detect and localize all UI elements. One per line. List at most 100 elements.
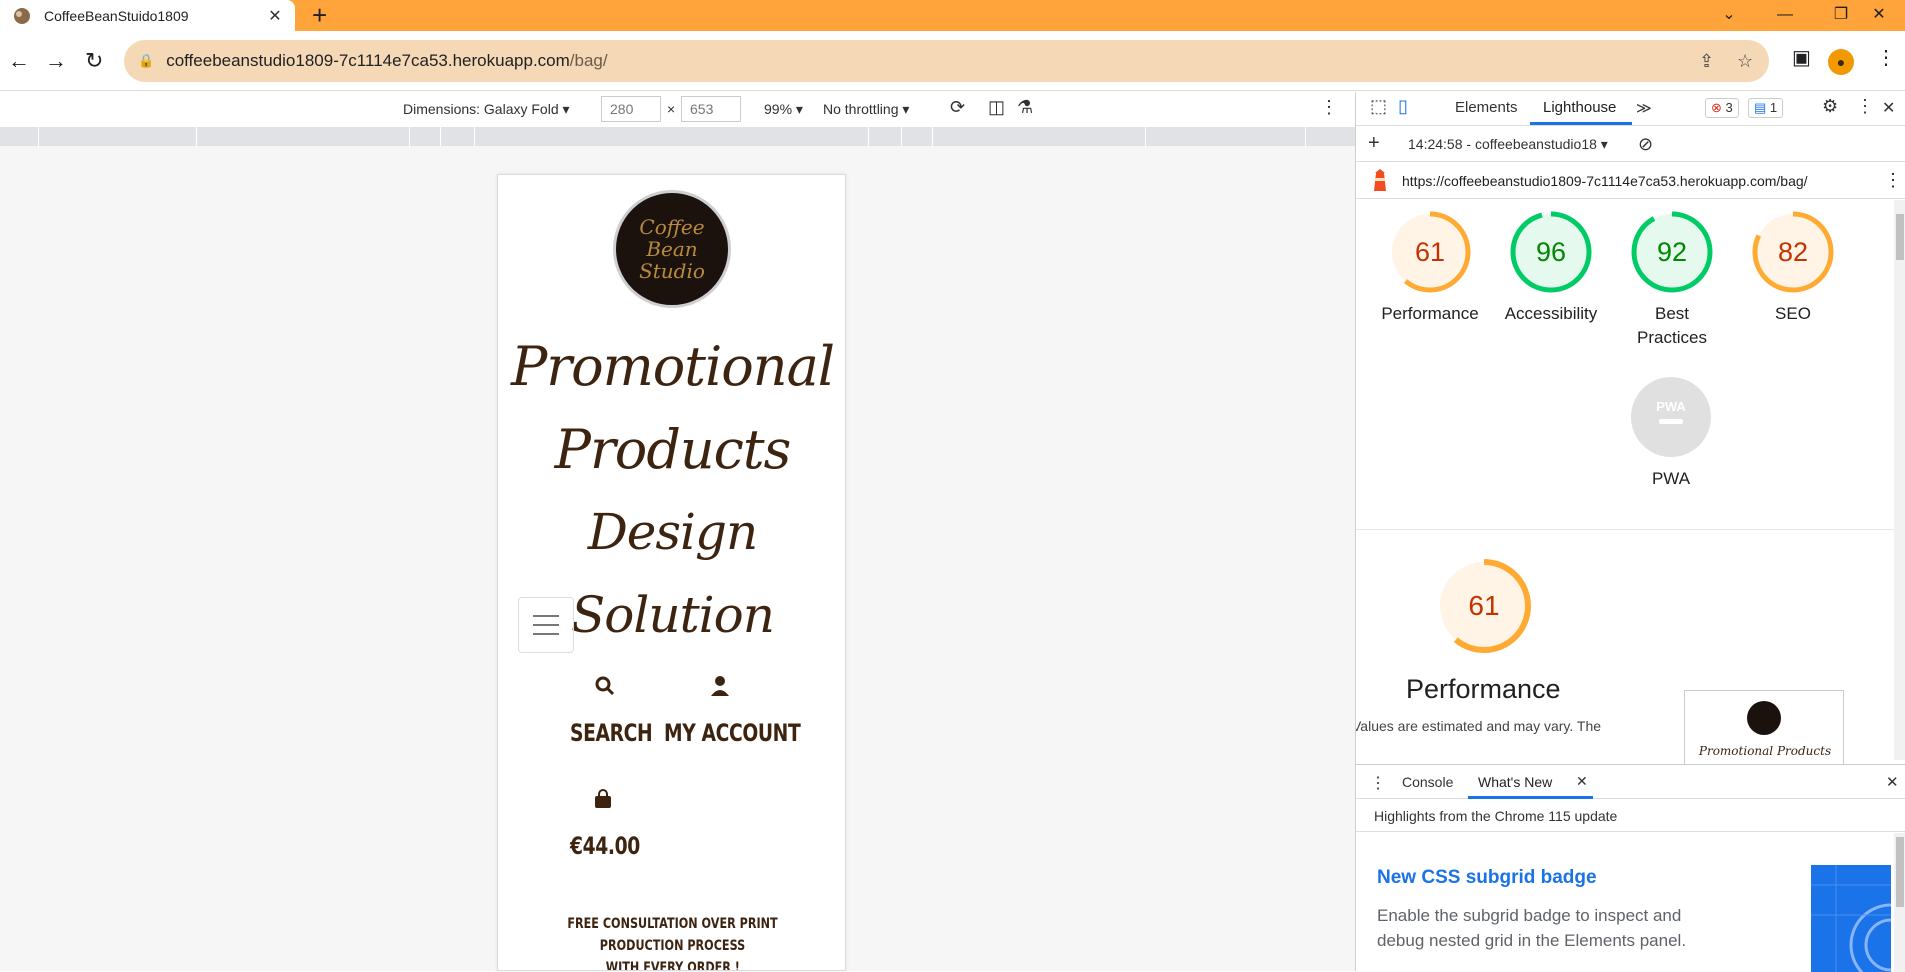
clear-reports-icon[interactable]: ⊘	[1638, 134, 1653, 155]
reload-icon[interactable]: ↻	[85, 49, 103, 73]
gauge-label: SEO	[1775, 304, 1811, 323]
headline-line: Products	[554, 418, 792, 481]
hamburger-menu-button[interactable]	[518, 597, 574, 653]
tab-elements[interactable]: Elements	[1455, 99, 1518, 116]
throttling-select[interactable]: No throttling ▾	[823, 101, 909, 118]
error-count-badge[interactable]: ⊗ 3	[1705, 98, 1739, 118]
close-devtools-icon[interactable]: ✕	[1882, 98, 1895, 118]
tab-close-icon[interactable]: ✕	[265, 6, 285, 26]
gauge-label: Performance	[1381, 304, 1479, 323]
devtools-menu-icon[interactable]: ⋮	[1856, 96, 1874, 117]
device-toolbar: Dimensions: Galaxy Fold ▾ 280 × 653 99% …	[0, 92, 1355, 126]
lighthouse-scrollbar[interactable]	[1894, 200, 1905, 760]
shopping-bag-icon[interactable]	[593, 789, 613, 815]
perf-large-gauge[interactable]: 61	[1436, 558, 1532, 659]
rotate-icon[interactable]: ⟳	[950, 97, 965, 118]
pwa-badge-text: PWA	[1656, 399, 1686, 414]
my-account-link[interactable]: MY ACCOUNT	[664, 719, 801, 747]
bag-total-link[interactable]: €44.00	[570, 832, 640, 860]
drawer-active-indicator	[1468, 796, 1593, 799]
gauge-label: PWA	[1651, 469, 1691, 488]
search-link[interactable]: SEARCH	[570, 719, 653, 747]
perf-large-score: 61	[1468, 590, 1499, 621]
side-panel-icon[interactable]: ▣	[1792, 45, 1811, 70]
whats-new-article-title[interactable]: New CSS subgrid badge	[1377, 867, 1597, 889]
device-dimensions-select[interactable]: Dimensions: Galaxy Fold ▾	[403, 101, 570, 118]
devtools-panel: ⬚ ▯ Elements Lighthouse ≫ ⊗ 3 ▤ 1 ⚙ ⋮ ✕ …	[1355, 92, 1905, 972]
close-window-icon[interactable]: ✕	[1850, 0, 1905, 31]
account-user-icon[interactable]	[710, 675, 730, 703]
site-logo[interactable]: Coffee Bean Studio	[613, 190, 731, 308]
forward-arrow-icon[interactable]: →	[45, 49, 67, 73]
message-icon: ▤	[1754, 100, 1767, 115]
device-screen: Coffee Bean Studio Promotional Products …	[497, 174, 846, 971]
report-selector[interactable]: 14:24:58 - coffeebeanstudio18 ▾	[1408, 136, 1608, 153]
dual-screen-icon[interactable]: ◫	[988, 97, 1005, 118]
whats-new-article-body: Enable the subgrid badge to inspect and …	[1377, 906, 1687, 950]
inspect-element-icon[interactable]: ⬚	[1370, 96, 1387, 117]
profile-avatar[interactable]: ●	[1828, 49, 1854, 75]
lighthouse-toolbar: + 14:24:58 - coffeebeanstudio18 ▾ ⊘	[1356, 127, 1905, 162]
gauge-performance[interactable]: 61 Performance	[1370, 210, 1490, 326]
tab-title: CoffeeBeanStuido1809	[44, 7, 189, 24]
search-icon[interactable]	[594, 675, 616, 703]
lock-icon: 🔒	[138, 53, 155, 68]
tab-lighthouse[interactable]: Lighthouse	[1543, 99, 1616, 116]
whats-new-article-image[interactable]	[1811, 865, 1891, 972]
gauge-best-practices-value: 92	[1657, 237, 1687, 267]
new-report-icon[interactable]: +	[1368, 132, 1380, 155]
url-path: /bag/	[569, 51, 608, 70]
drawer-menu-icon[interactable]: ⋮	[1370, 773, 1386, 793]
error-icon: ⊗	[1711, 100, 1722, 115]
browser-tab[interactable]: CoffeeBeanStuido1809 ✕	[0, 0, 295, 31]
drawer-tab-console[interactable]: Console	[1402, 774, 1453, 790]
drawer-tab-whats-new[interactable]: What's New	[1478, 774, 1552, 790]
error-count: 3	[1725, 100, 1733, 115]
tab-strip: CoffeeBeanStuido1809 ✕ + ⌄ — ❐ ✕	[0, 0, 1905, 31]
devtools-drawer: ⋮ Console What's New ✕ ✕ Highlights from…	[1356, 764, 1905, 972]
throttling-value: No throttling	[823, 101, 899, 117]
gauge-label: Accessibility	[1504, 304, 1598, 323]
new-tab-button[interactable]: +	[312, 2, 327, 28]
browser-toolbar: ← → ↻ 🔒 coffeebeanstudio1809-7c1114e7ca5…	[0, 31, 1905, 91]
report-url[interactable]: https://coffeebeanstudio1809-7c1114e7ca5…	[1402, 173, 1808, 189]
devtools-tabbar: ⬚ ▯ Elements Lighthouse ≫ ⊗ 3 ▤ 1 ⚙ ⋮ ✕	[1356, 92, 1905, 126]
back-arrow-icon[interactable]: ←	[8, 49, 30, 73]
address-url[interactable]: coffeebeanstudio1809-7c1114e7ca53.heroku…	[166, 51, 607, 71]
report-url-bar: https://coffeebeanstudio1809-7c1114e7ca5…	[1356, 163, 1905, 199]
more-tabs-icon[interactable]: ≫	[1636, 99, 1652, 117]
perf-title: Performance	[1406, 674, 1561, 704]
address-bar[interactable]: 🔒 coffeebeanstudio1809-7c1114e7ca53.hero…	[124, 40, 1769, 82]
zoom-value: 99%	[764, 101, 793, 117]
url-host: coffeebeanstudio1809-7c1114e7ca53.heroku…	[166, 51, 570, 70]
device-more-icon[interactable]: ⋮	[1320, 97, 1338, 118]
gauge-seo[interactable]: 82 SEO	[1733, 210, 1853, 326]
bookmark-star-icon[interactable]: ☆	[1737, 51, 1753, 72]
promo-line: WITH EVERY ORDER !	[605, 960, 740, 971]
media-query-ruler[interactable]	[0, 127, 1355, 146]
gauge-accessibility[interactable]: 96 Accessibility	[1491, 210, 1611, 326]
drawer-tabbar: ⋮ Console What's New ✕ ✕	[1356, 765, 1905, 799]
gauge-pwa[interactable]: PWA PWA	[1611, 375, 1731, 491]
drawer-tab-close-icon[interactable]: ✕	[1576, 773, 1588, 790]
gauge-performance-value: 61	[1415, 237, 1445, 267]
zoom-select[interactable]: 99% ▾	[764, 101, 803, 118]
tab-search-icon[interactable]: ⌄	[1700, 0, 1758, 31]
promo-banner: FREE CONSULTATION OVER PRINT PRODUCTION …	[498, 913, 845, 971]
dimensions-label: Dimensions: Galaxy Fold	[403, 101, 559, 117]
gauge-best-practices[interactable]: 92 Best Practices	[1612, 210, 1732, 350]
close-drawer-icon[interactable]: ✕	[1886, 773, 1899, 791]
settings-gear-icon[interactable]: ⚙	[1822, 96, 1838, 117]
share-icon[interactable]: ⇪	[1699, 51, 1714, 72]
sensors-flask-icon[interactable]: ⚗	[1017, 97, 1033, 118]
active-tab-indicator	[1530, 122, 1632, 125]
drawer-scrollbar[interactable]	[1894, 833, 1905, 972]
report-menu-icon[interactable]: ⋮	[1884, 170, 1902, 191]
minimize-icon[interactable]: —	[1756, 0, 1814, 31]
chrome-menu-icon[interactable]: ⋮	[1876, 45, 1896, 70]
device-width-input[interactable]: 280	[601, 96, 661, 122]
device-height-input[interactable]: 653	[681, 96, 741, 122]
device-toggle-icon[interactable]: ▯	[1398, 96, 1408, 117]
message-count-badge[interactable]: ▤ 1	[1748, 98, 1784, 118]
whats-new-highlights: Highlights from the Chrome 115 update	[1356, 800, 1905, 832]
